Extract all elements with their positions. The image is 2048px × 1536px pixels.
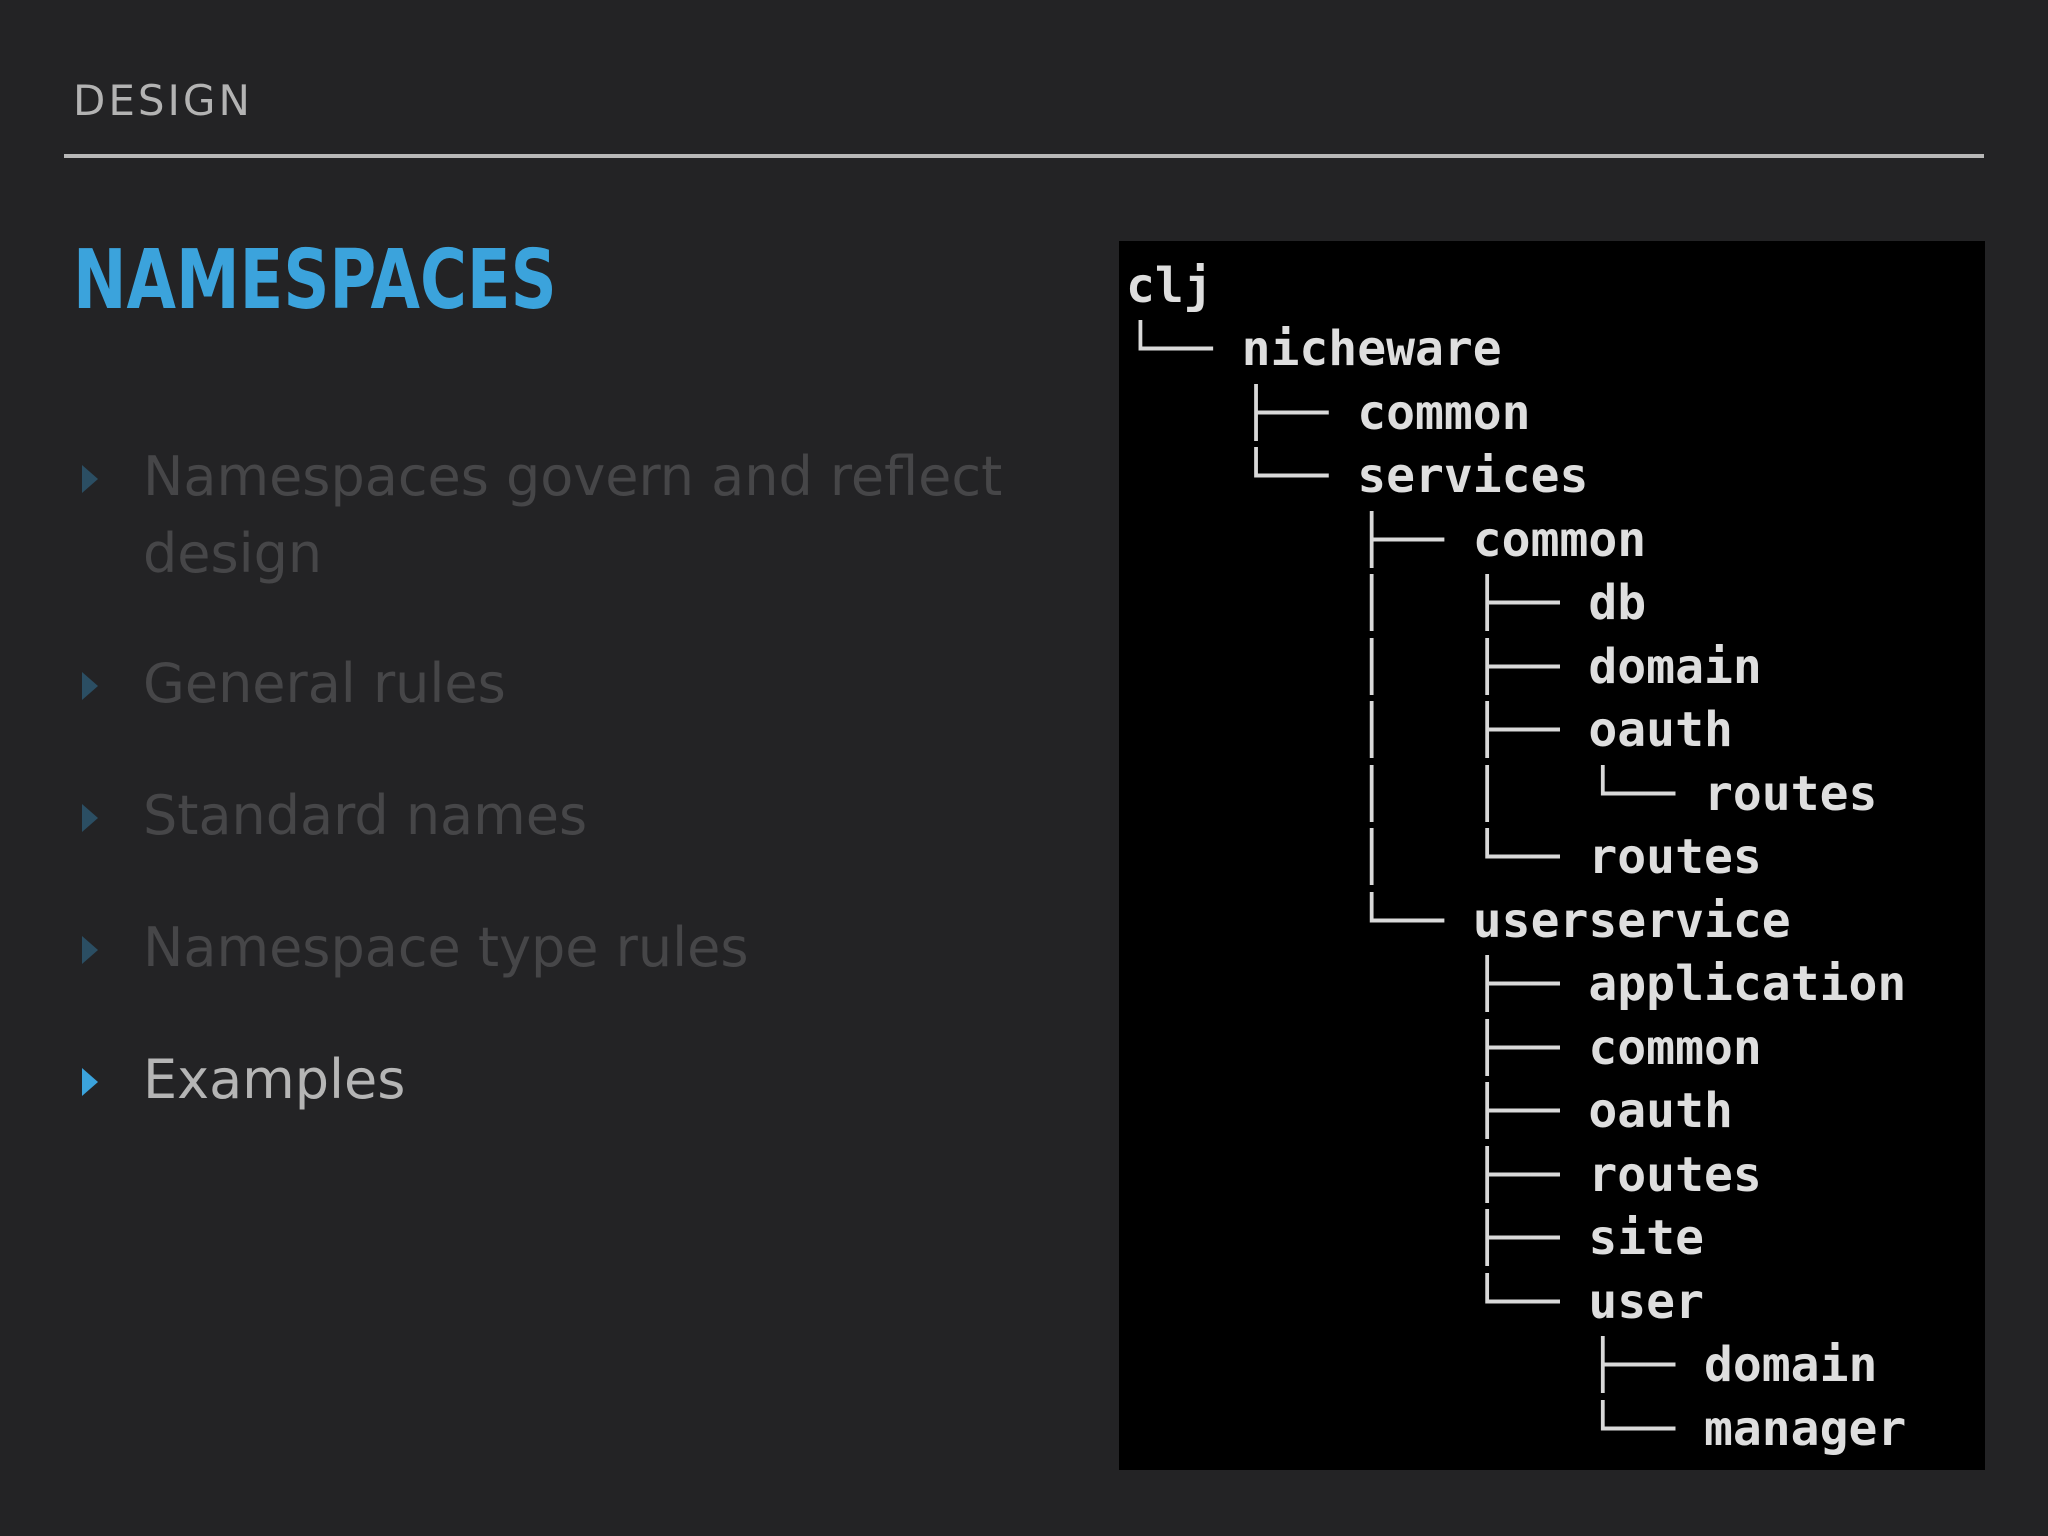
tree-node-name: routes [1703,765,1878,822]
tree-node-name: site [1588,1210,1704,1267]
tree-node-name: common [1472,511,1647,568]
tree-line: ├── common [1126,1016,1906,1080]
tree-node-name: domain [1588,638,1762,695]
tree-node-name: userservice [1472,892,1791,949]
tree-branch: └── [1126,448,1358,505]
tree-node-name: user [1588,1273,1704,1330]
tree-branch: ├── [1126,384,1358,441]
tree-line: └── userservice [1126,889,1906,953]
tree-line: ├── site [1126,1207,1906,1271]
bullet-item: General rules [78,645,1038,722]
tree-branch: ├── [1126,956,1589,1013]
terminal-screenshot: clj └── nicheware ├── common └── services… [1119,241,1985,1470]
tree-node-name: services [1357,448,1589,505]
tree-line: ├── common [1126,508,1906,572]
header-divider [64,154,1984,158]
tree-branch: └── [1126,892,1473,949]
tree-line: ├── routes [1126,1143,1906,1207]
tree-node-name: domain [1703,1337,1878,1394]
bullet-text: General rules [143,652,506,715]
tree-branch: └── [1126,1273,1589,1330]
triangle-bullet-icon [82,936,98,964]
tree-line: └── nicheware [1126,318,1906,382]
tree-node-name: oauth [1588,1083,1733,1140]
slide: DESIGN NAMESPACES Namespaces govern and … [0,0,2048,1536]
tree-line: └── user [1126,1270,1906,1334]
tree-branch: │ ├── [1126,575,1589,632]
tree-branch: │ ├── [1126,638,1589,695]
tree-line: └── services [1126,445,1906,509]
section-label: DESIGN [73,76,253,125]
tree-node-name: routes [1588,829,1762,886]
tree-line: clj [1126,254,1906,318]
tree-branch: ├── [1126,1337,1704,1394]
bullet-text: Standard names [143,784,588,847]
tree-branch: └── [1126,321,1242,378]
tree-line: │ ├── domain [1126,635,1906,699]
tree-node-name: nicheware [1241,321,1502,378]
tree-node-name: oauth [1588,702,1733,759]
tree-line: ├── application [1126,953,1906,1017]
tree-branch: └── [1126,1400,1704,1457]
tree-branch: ├── [1126,1083,1589,1140]
triangle-bullet-icon [82,1068,98,1096]
directory-tree: clj └── nicheware ├── common └── services… [1126,254,1906,1461]
bullet-item: Namespaces govern and reflect design [78,438,1038,592]
tree-node-name: routes [1588,1146,1762,1203]
tree-node-name: common [1357,384,1531,441]
tree-node-name: manager [1703,1400,1907,1457]
tree-branch: │ │ └── [1126,765,1704,822]
tree-line: └── manager [1126,1397,1906,1461]
tree-line: │ └── routes [1126,826,1906,890]
tree-line: ├── domain [1126,1334,1906,1398]
triangle-bullet-icon [82,465,98,493]
bullet-text: Namespace type rules [143,916,749,979]
tree-line: │ │ └── routes [1126,762,1906,826]
tree-branch: ├── [1126,1146,1589,1203]
slide-title: NAMESPACES [73,233,557,328]
tree-branch: ├── [1126,1210,1589,1267]
triangle-bullet-icon [82,804,98,832]
tree-node-name: db [1588,575,1647,632]
tree-node-name: application [1588,956,1907,1013]
tree-branch: ├── [1126,1019,1589,1076]
tree-node-name: clj [1126,257,1213,314]
triangle-bullet-icon [82,672,98,700]
tree-branch: ├── [1126,511,1473,568]
bullet-item-active: Examples [78,1041,1038,1118]
bullet-text: Namespaces govern and reflect design [143,445,1003,585]
tree-branch: │ └── [1126,829,1589,886]
bullet-text: Examples [143,1048,406,1111]
bullet-list: Namespaces govern and reflect design Gen… [78,438,1038,1118]
bullet-item: Standard names [78,777,1038,854]
tree-node-name: common [1588,1019,1762,1076]
tree-line: ├── common [1126,381,1906,445]
tree-line: │ ├── db [1126,572,1906,636]
tree-line: │ ├── oauth [1126,699,1906,763]
tree-line: ├── oauth [1126,1080,1906,1144]
bullet-item: Namespace type rules [78,909,1038,986]
tree-branch: │ ├── [1126,702,1589,759]
